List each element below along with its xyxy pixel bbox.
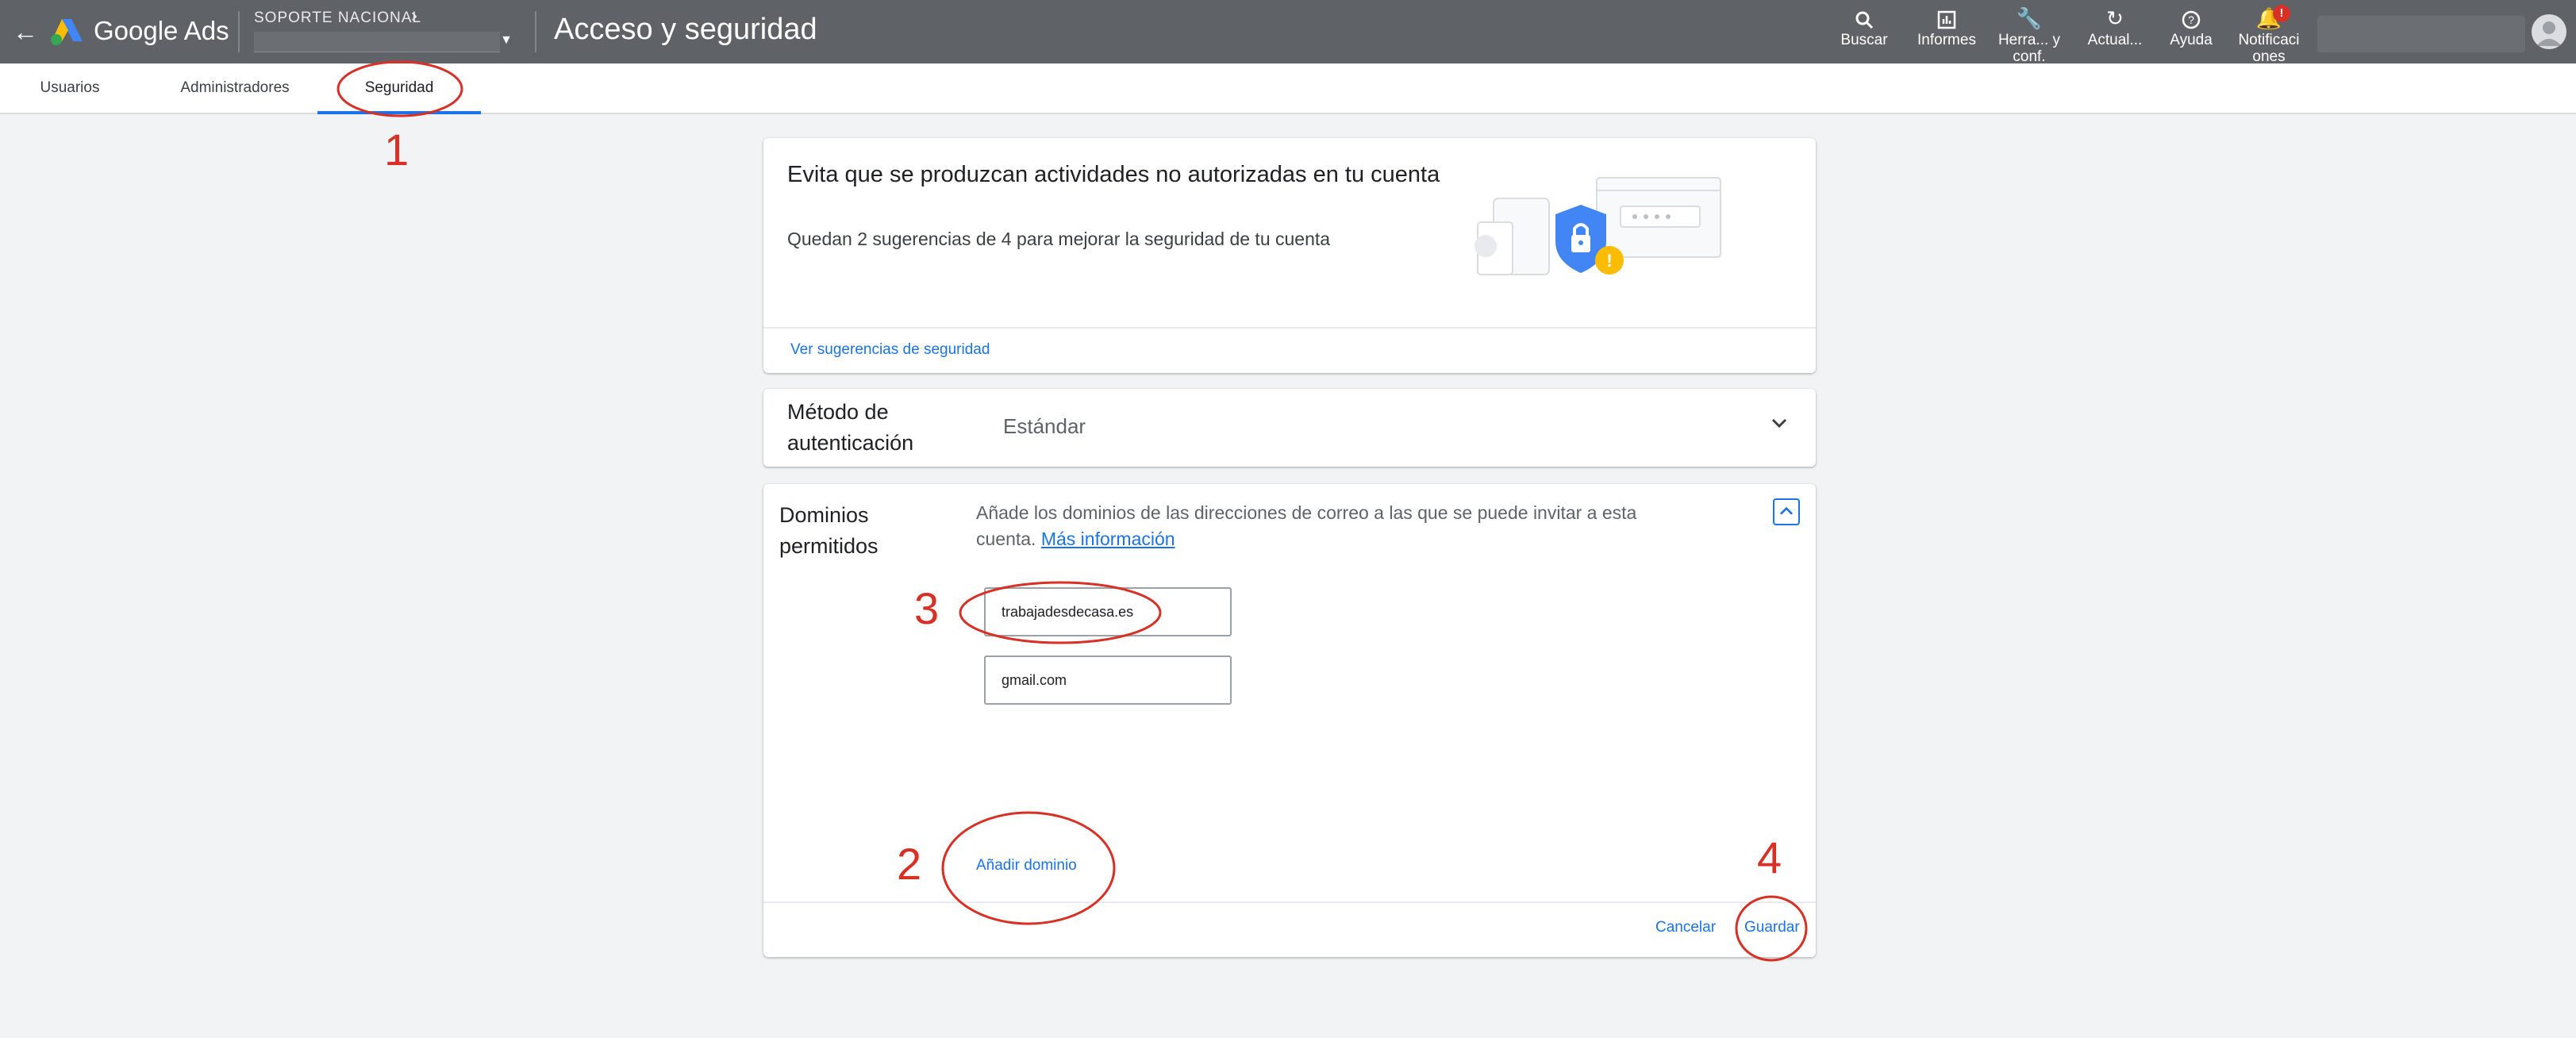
account-id-redacted[interactable] (254, 32, 500, 52)
tool-help-button[interactable]: ? Ayuda (2155, 5, 2227, 62)
tool-tools-settings-button[interactable]: 🔧 Herra... y conf. (1994, 5, 2065, 62)
divider (763, 327, 1816, 329)
dropdown-arrow-icon[interactable]: ▼ (500, 33, 513, 48)
auth-method-card[interactable]: Método de autenticación Estándar (763, 389, 1816, 467)
tool-label: Notificaci ones (2238, 32, 2300, 62)
cancel-button[interactable]: Cancelar (1655, 919, 1716, 936)
avatar[interactable] (2532, 14, 2566, 49)
tool-label: Actual... (2087, 32, 2143, 48)
chevron-right-icon[interactable]: › (411, 5, 417, 27)
account-switcher-redacted[interactable] (2317, 16, 2525, 52)
auth-method-value: Estándar (1003, 414, 1086, 438)
annotation-number: 2 (897, 839, 922, 889)
tab-usuarios[interactable]: Usuarios (24, 63, 116, 114)
add-domain-button[interactable]: Añadir dominio (976, 857, 1077, 875)
view-security-suggestions-link[interactable]: Ver sugerencias de seguridad (790, 341, 990, 359)
notification-badge: ! (2273, 5, 2290, 22)
tool-label: Informes (1917, 32, 1976, 48)
security-suggestions-card: Evita que se produzcan actividades no au… (763, 138, 1816, 373)
google-ads-logo-icon[interactable] (49, 17, 84, 46)
account-name[interactable]: SOPORTE NACIONAL (254, 10, 421, 27)
tool-label: Buscar (1840, 32, 1888, 48)
refresh-icon: ↻ (2106, 6, 2124, 30)
svg-text:?: ? (2188, 13, 2194, 26)
annotation-number: 4 (1757, 832, 1782, 882)
top-app-bar: ← Google Ads SOPORTE NACIONAL › ▼ Acceso… (0, 0, 2576, 63)
tool-label: Herra... y conf. (1997, 32, 2061, 62)
domain-input[interactable] (984, 587, 1232, 636)
brand-name: Google Ads (94, 16, 229, 45)
bell-icon: 🔔 (2255, 6, 2282, 30)
divider (535, 11, 536, 52)
annotation-number: 1 (384, 125, 409, 175)
back-arrow-icon[interactable]: ← (10, 16, 41, 48)
tab-administradores[interactable]: Administradores (163, 63, 306, 114)
divider (238, 11, 240, 52)
tab-seguridad[interactable]: Seguridad (317, 63, 481, 114)
tool-search-button[interactable]: Buscar (1828, 5, 1900, 62)
annotation-number: 3 (914, 583, 940, 633)
save-button[interactable]: Guardar (1744, 919, 1800, 936)
tool-notifications-button[interactable]: 🔔 ! Notificaci ones (2233, 5, 2305, 62)
tab-bar: Usuarios Administradores Seguridad (0, 63, 2576, 114)
auth-method-label: Método de autenticación (787, 400, 914, 455)
domain-input[interactable] (984, 655, 1232, 705)
wrench-icon: 🔧 (2016, 6, 2043, 30)
search-icon (1828, 5, 1900, 32)
allowed-domains-description: Añade los dominios de las direcciones de… (976, 500, 1674, 552)
chevron-up-icon[interactable] (1773, 498, 1800, 525)
more-info-link[interactable]: Más información (1041, 529, 1175, 549)
divider (763, 902, 1816, 903)
tool-label: Ayuda (2170, 32, 2213, 48)
help-icon: ? (2155, 5, 2227, 32)
page-title: Acceso y seguridad (554, 13, 817, 46)
tool-reports-button[interactable]: Informes (1911, 5, 1982, 62)
reports-icon (1911, 5, 1982, 32)
svg-text:!: ! (1606, 251, 1612, 271)
allowed-domains-label: Dominios permitidos (779, 503, 879, 558)
security-illustration-icon: ! (1474, 177, 1721, 275)
chevron-down-icon[interactable] (1765, 409, 1794, 438)
tool-refresh-button[interactable]: ↻ Actual... (2079, 5, 2151, 62)
card-text: Quedan 2 sugerencias de 4 para mejorar l… (787, 229, 1331, 249)
card-heading: Evita que se produzcan actividades no au… (787, 162, 1440, 187)
